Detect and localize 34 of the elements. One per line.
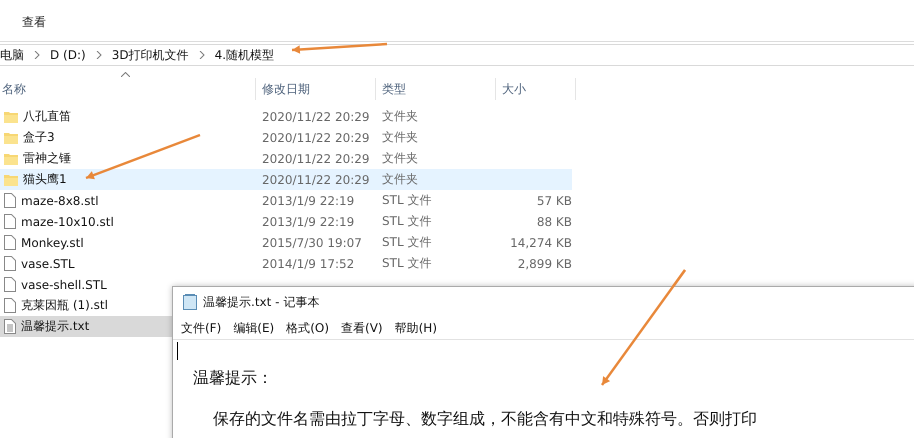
file-name: 克莱因瓶 (1).stl [21,297,108,314]
modified-date: 2015/7/30 19:07 [261,236,363,250]
file-name: vase-shell.STL [21,278,107,292]
file-size: 14,274 KB [509,236,572,250]
file-name: 猫头鹰1 [23,171,67,188]
file-type: 文件夹 [381,129,419,146]
file-size: 2,899 KB [516,256,572,270]
file-type: STL 文件 [381,213,432,230]
file-name: Monkey.stl [21,236,84,250]
note-heading: 温馨提示： [193,368,274,389]
file-type: STL 文件 [381,192,432,209]
file-name: vase.STL [21,256,75,270]
file-type: STL 文件 [381,255,432,272]
file-size: 57 KB [536,194,572,208]
file-type: STL 文件 [381,234,432,251]
file-name: 八孔直笛 [23,108,71,125]
file-size: 88 KB [536,214,572,228]
file-name: maze-10x10.stl [21,214,114,228]
modified-date: 2013/1/9 22:19 [261,194,356,208]
note-paragraph: 保存的文件名需由拉丁字母、数字组成，不能含有中文和特殊符号。否则打印 [213,409,758,430]
window-title: 温馨提示.txt - 记事本 [203,294,320,310]
modified-date: 2013/1/9 22:19 [261,214,356,228]
modified-date: 2020/11/22 20:29 [261,130,371,144]
file-name: 温馨提示.txt [21,318,90,335]
file-type: 文件夹 [381,171,419,188]
file-type: 文件夹 [381,150,419,167]
modified-date: 2014/1/9 17:52 [261,256,356,270]
file-type: 文件夹 [381,108,419,125]
modified-date: 2020/11/22 20:29 [261,110,371,124]
file-name: 雷神之锤 [23,150,71,167]
modified-date: 2020/11/22 20:29 [261,172,371,186]
file-name: 盒子3 [23,129,55,146]
modified-date: 2020/11/22 20:29 [261,152,371,166]
file-name: maze-8x8.stl [21,194,99,208]
